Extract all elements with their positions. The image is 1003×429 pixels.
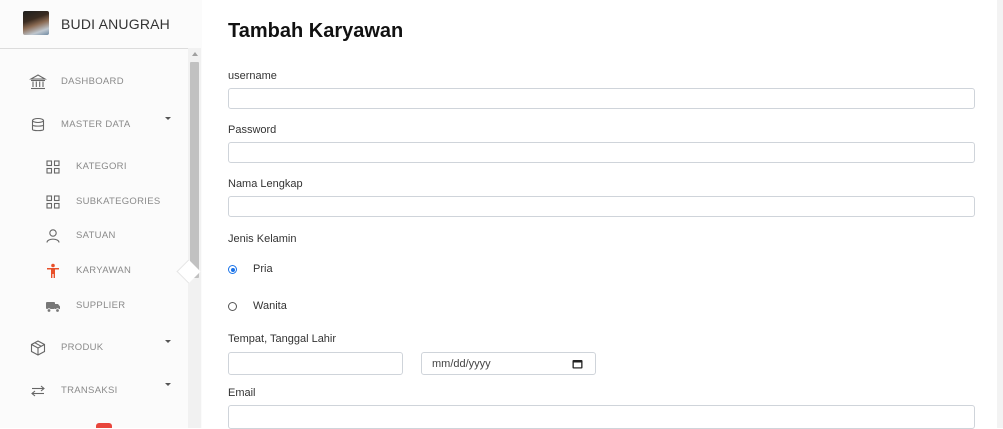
accessibility-icon [47, 263, 59, 278]
sidebar-item-label: SATUAN [76, 230, 116, 241]
sidebar-scroll-thumb[interactable] [190, 62, 199, 278]
partial-menu-icon [96, 423, 112, 428]
date-placeholder: mm/dd/yyyy [432, 358, 491, 370]
avatar [23, 11, 49, 35]
radio-label-pria: Pria [253, 263, 273, 275]
fullname-label: Nama Lengkap [228, 178, 303, 190]
sidebar-item-master-data[interactable]: MASTER DATA [0, 110, 188, 140]
sidebar-item-label: TRANSAKSI [61, 385, 118, 396]
scroll-up-arrow[interactable] [192, 52, 198, 56]
database-icon [31, 117, 45, 132]
sidebar-item-label: KARYAWAN [76, 265, 132, 276]
page-title: Tambah Karyawan [228, 20, 404, 42]
radio-pria[interactable] [228, 265, 237, 274]
username-label: username [228, 70, 277, 82]
username-input[interactable] [228, 88, 975, 109]
radio-label-wanita: Wanita [253, 300, 287, 312]
bank-icon [29, 74, 47, 90]
birthplace-input[interactable] [228, 352, 403, 375]
sidebar-item-dashboard[interactable]: DASHBOARD [0, 67, 188, 97]
calendar-icon[interactable] [572, 359, 583, 369]
sidebar-item-karyawan[interactable]: KARYAWAN [0, 256, 188, 286]
box-icon [30, 340, 46, 356]
arrows-icon [31, 385, 45, 397]
sidebar-item-produk[interactable]: PRODUK [0, 333, 188, 363]
radio-wanita[interactable] [228, 302, 237, 311]
sidebar-item-label: MASTER DATA [61, 119, 131, 130]
sidebar-item-label: DASHBOARD [61, 76, 124, 87]
user-profile[interactable]: BUDI ANUGRAH [0, 0, 188, 49]
birthdate-input[interactable]: mm/dd/yyyy [421, 352, 596, 375]
sidebar-item-label: SUPPLIER [76, 300, 126, 311]
chevron-down-icon [165, 117, 171, 120]
sidebar: BUDI ANUGRAH DASHBOARD MASTER DATA KATEG… [0, 0, 202, 428]
truck-icon [46, 302, 60, 313]
page-scrollbar[interactable] [997, 0, 1003, 428]
sidebar-item-satuan[interactable]: SATUAN [0, 221, 188, 251]
chevron-down-icon [165, 340, 171, 343]
sidebar-item-supplier[interactable]: SUPPLIER [0, 291, 188, 321]
user-name: BUDI ANUGRAH [61, 16, 170, 32]
sidebar-item-label: KATEGORI [76, 161, 127, 172]
sidebar-item-label: SUBKATEGORIES [76, 196, 161, 207]
main-content: Tambah Karyawan username Password Nama L… [202, 0, 1003, 429]
email-input[interactable] [228, 405, 975, 429]
email-label: Email [228, 387, 256, 399]
fullname-input[interactable] [228, 196, 975, 217]
grid-icon [46, 195, 60, 209]
gender-label: Jenis Kelamin [228, 233, 297, 245]
sidebar-item-label: PRODUK [61, 342, 104, 353]
password-input[interactable] [228, 142, 975, 163]
sidebar-item-subkategories[interactable]: SUBKATEGORIES [0, 187, 188, 217]
chevron-down-icon [165, 383, 171, 386]
grid-icon [46, 160, 60, 174]
sidebar-item-transaksi[interactable]: TRANSAKSI [0, 376, 188, 406]
user-icon [46, 229, 60, 243]
birth-label: Tempat, Tanggal Lahir [228, 333, 337, 345]
sidebar-item-kategori[interactable]: KATEGORI [0, 152, 188, 182]
password-label: Password [228, 124, 277, 136]
